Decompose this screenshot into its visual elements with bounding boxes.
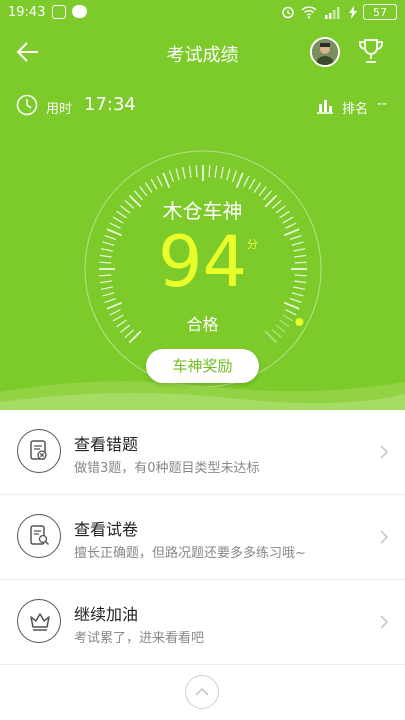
gauge-tick: [162, 172, 171, 189]
rank-title: 木仓车神: [162, 199, 243, 223]
list-item-title: 查看错题: [74, 435, 139, 454]
scroll-up-button[interactable]: [185, 675, 219, 709]
rank-value: --: [377, 96, 388, 112]
gauge-tick: [214, 165, 218, 178]
chevron-right-icon: [380, 615, 389, 629]
ranking-icon: [317, 100, 333, 114]
page-title: 考试成绩: [166, 45, 239, 66]
status-bar: 19:43 57: [0, 0, 405, 26]
gauge-tick: [195, 165, 198, 178]
gauge-tick: [182, 166, 186, 179]
gauge-tick: [156, 175, 163, 187]
gauge-tick: [248, 178, 256, 190]
chat-notification-icon: [72, 5, 87, 18]
gauge-tick: [253, 182, 262, 193]
clock-icon: [16, 94, 38, 116]
list-item-wrong-questions[interactable]: 查看错题 做错3题，有0种题目类型未达标: [0, 410, 405, 495]
list-item-title: 查看试卷: [74, 520, 139, 539]
gauge-tick: [144, 182, 153, 193]
gauge-tick: [208, 165, 211, 178]
crown-icon: [17, 599, 61, 643]
rank-label: 排名: [342, 102, 369, 117]
alarm-icon: [282, 6, 294, 19]
list-item-keep-going[interactable]: 继续加油 考试累了，进来看看吧: [0, 580, 405, 665]
wrong-questions-icon: [17, 429, 61, 473]
trophy-icon[interactable]: [356, 36, 386, 66]
gauge-tick: [106, 301, 123, 310]
battery-indicator: 57: [363, 4, 397, 20]
score-value: 94: [157, 221, 248, 303]
pass-status: 合格: [186, 315, 219, 334]
view-paper-icon: [17, 514, 61, 558]
status-right: 57: [281, 4, 397, 20]
wifi-icon: [301, 5, 317, 18]
gauge-tick: [283, 301, 300, 310]
chevron-right-icon: [380, 445, 389, 459]
signal-icon: [325, 6, 340, 19]
gauge-tick: [175, 168, 180, 181]
score-unit: 分: [247, 238, 258, 251]
gauge-tick: [226, 168, 231, 181]
reward-button[interactable]: 车神奖励: [146, 349, 259, 383]
notification-icons: [52, 5, 87, 19]
header-background: 19:43 57 考试成绩 用时 17:34 排名 -- 木仓车神 94 分 合…: [0, 0, 405, 410]
time-used-label: 用时: [46, 102, 73, 117]
exam-meta: 用时 17:34 排名 --: [0, 92, 405, 120]
list-item-subtitle: 做错3题，有0种题目类型未达标: [74, 461, 260, 476]
list-item-subtitle: 擅长正确题，但路况题还要多多练习哦~: [74, 546, 306, 561]
user-avatar[interactable]: [310, 37, 340, 67]
app-notification-icon: [52, 5, 66, 19]
gauge-tick: [235, 172, 244, 189]
charging-icon: [349, 5, 357, 19]
gauge-tick: [188, 165, 192, 178]
gauge-tick: [220, 166, 224, 179]
time-used-value: 17:34: [84, 94, 136, 115]
avatar-image: [312, 39, 338, 65]
gauge-tick: [169, 170, 174, 183]
app-header: 考试成绩: [0, 26, 405, 78]
gauge-tick: [243, 175, 250, 187]
chevron-right-icon: [380, 530, 389, 544]
list-item-view-paper[interactable]: 查看试卷 擅长正确题，但路况题还要多多练习哦~: [0, 495, 405, 580]
list-item-subtitle: 考试累了，进来看看吧: [74, 631, 205, 646]
chevron-up-icon: [195, 687, 209, 696]
gauge-tick: [232, 170, 237, 183]
gauge-tick: [150, 178, 158, 190]
action-list: 查看错题 做错3题，有0种题目类型未达标 查看试卷 擅长正确题，但路况题还要多多…: [0, 410, 405, 665]
status-time: 19:43: [8, 5, 46, 20]
list-item-title: 继续加油: [74, 605, 139, 624]
